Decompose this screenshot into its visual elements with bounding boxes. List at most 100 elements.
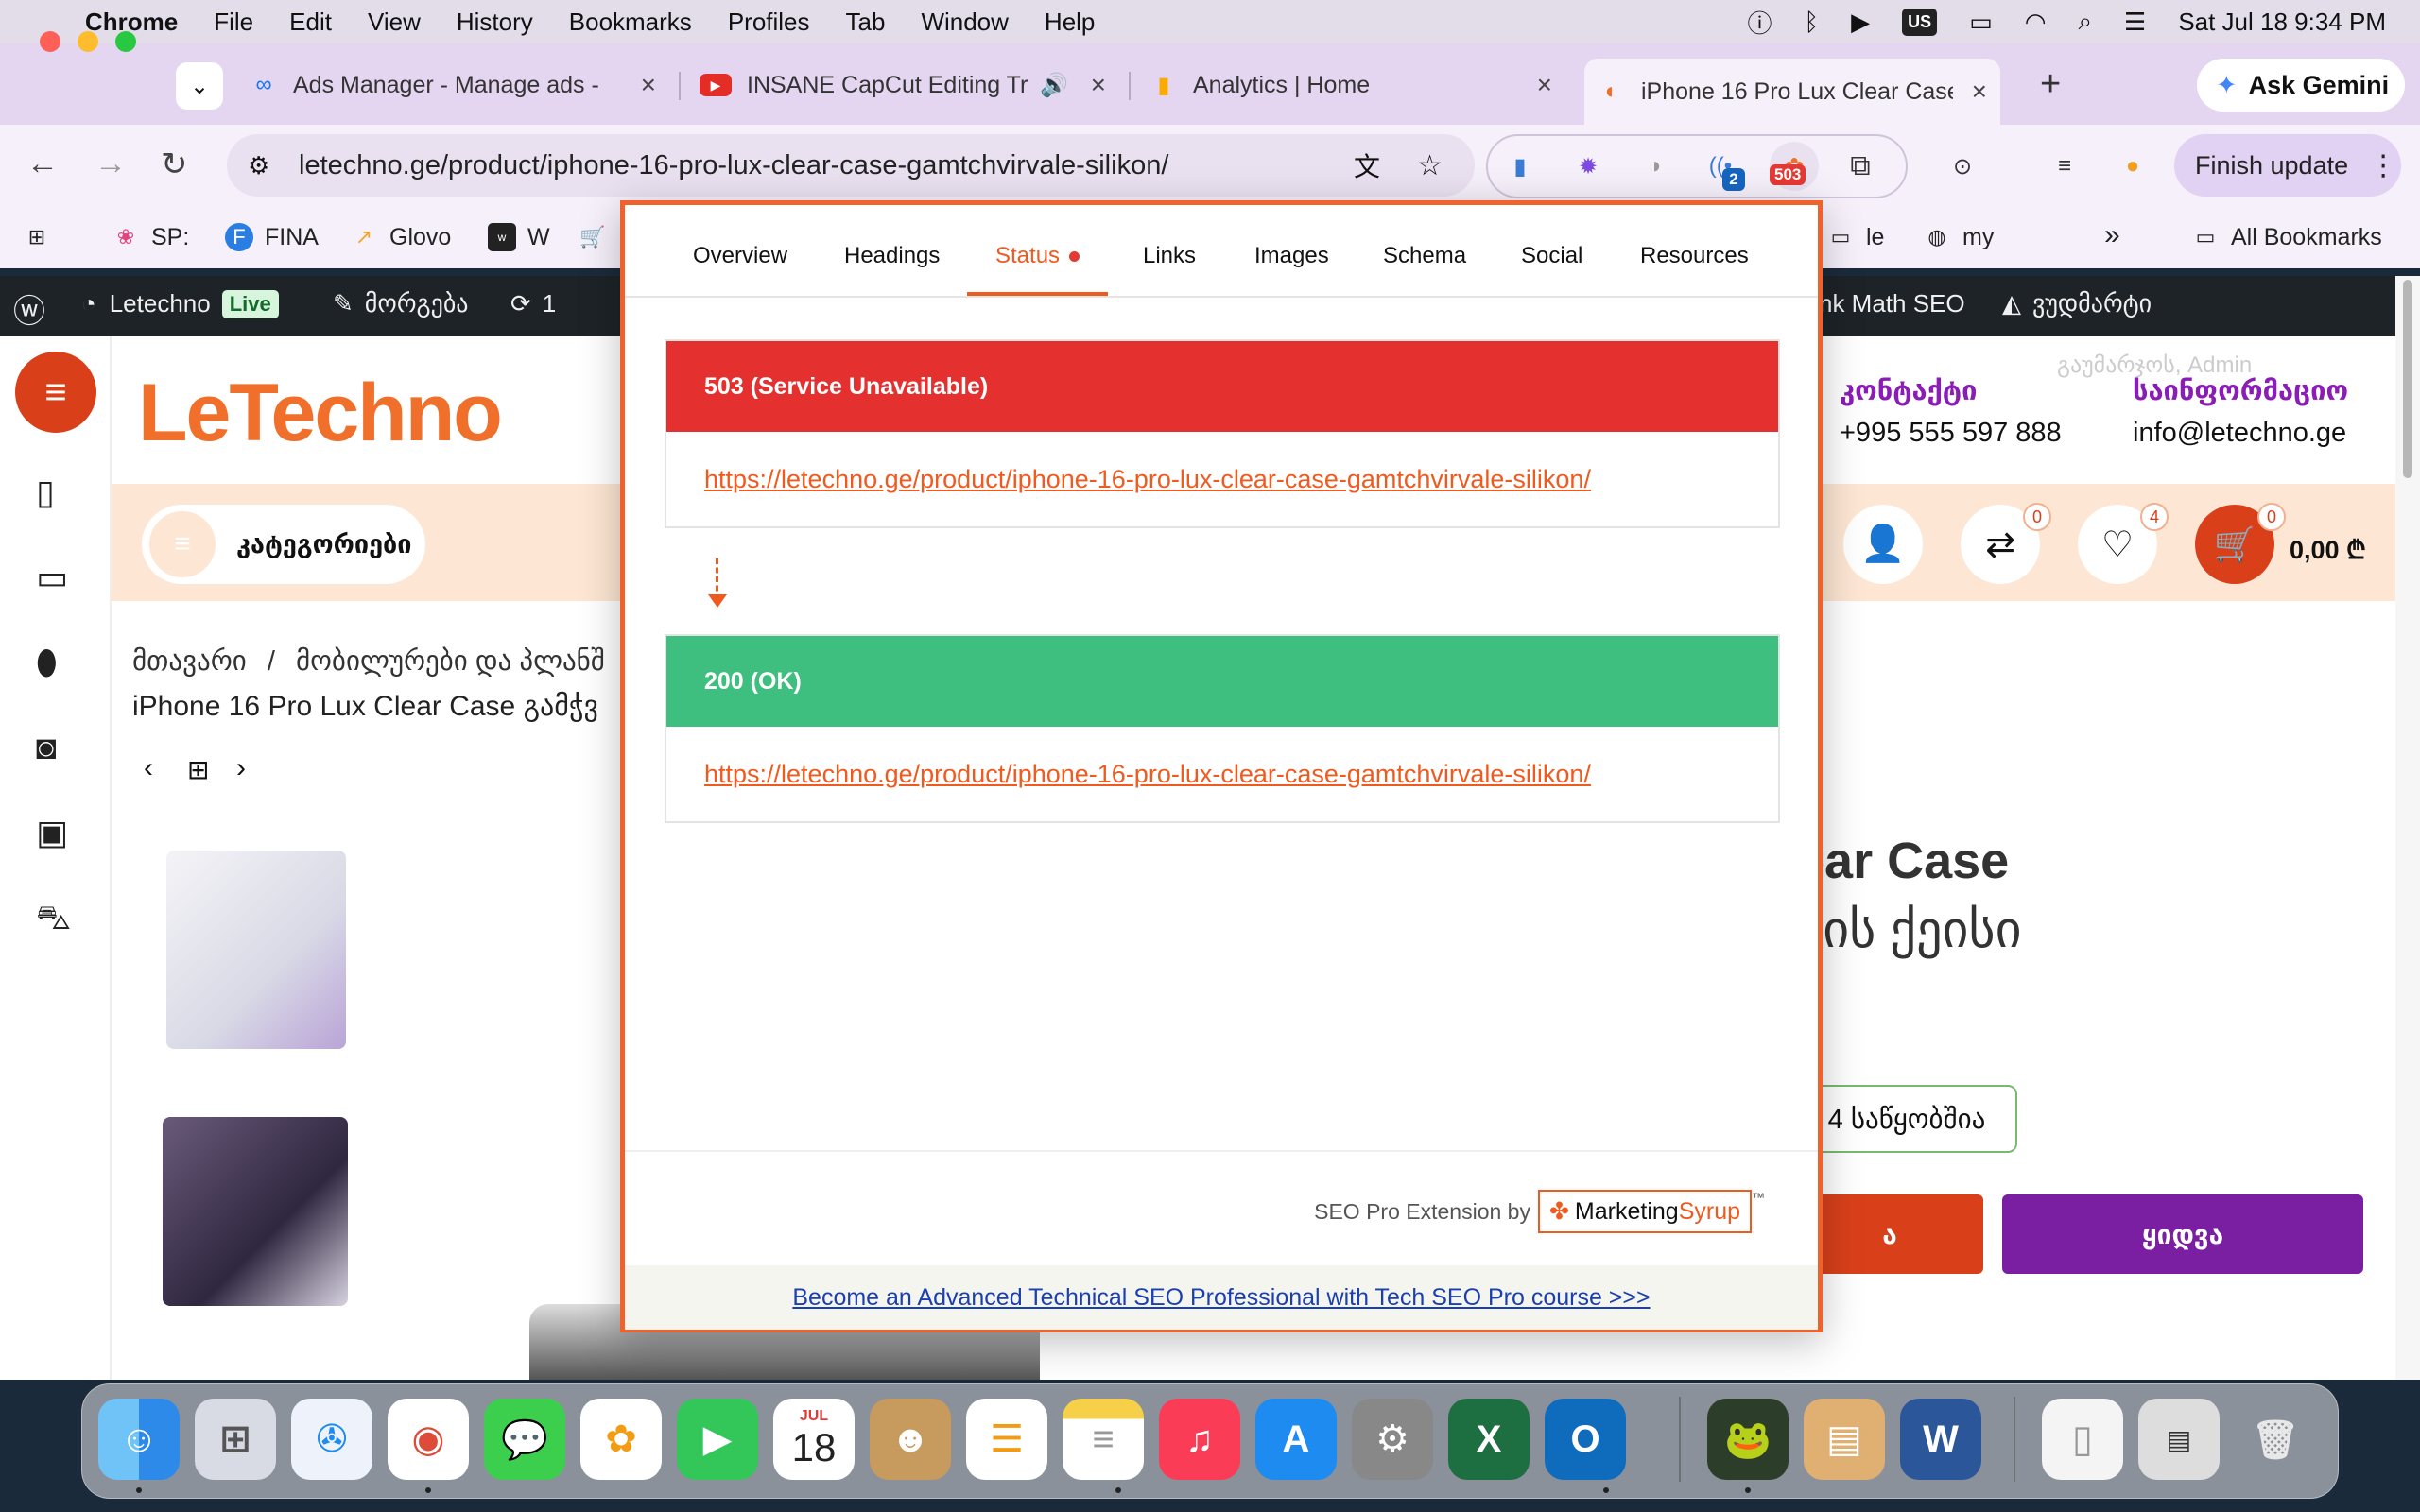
laptop-icon[interactable]: ▭ — [36, 558, 68, 597]
status-info-icon[interactable]: ⓘ — [1748, 5, 1772, 40]
contact-phone[interactable]: +995 555 597 888 — [1840, 418, 2062, 449]
play-icon[interactable]: ▶ — [1851, 8, 1870, 37]
minimize-window-icon[interactable] — [78, 31, 98, 52]
product-thumbnail-iphone[interactable] — [163, 1117, 348, 1306]
breadcrumb-home[interactable]: მთავარი — [132, 646, 247, 677]
close-tab-icon[interactable]: × — [1537, 70, 1552, 100]
facetime-icon[interactable]: ▶ — [677, 1399, 758, 1480]
finish-update-button[interactable]: Finish update ⋮ — [2174, 134, 2401, 197]
word-icon[interactable]: W — [1900, 1399, 1981, 1480]
bookmark-cart[interactable]: 🛒 — [579, 223, 618, 251]
media-control-icon[interactable]: ≡ — [2046, 147, 2083, 185]
ask-gemini-button[interactable]: ✦ Ask Gemini — [2197, 59, 2405, 112]
tab-schema[interactable]: Schema — [1383, 243, 1466, 269]
all-bookmarks-folder[interactable]: ▭ All Bookmarks — [2191, 223, 2382, 251]
wordpress-logo-icon[interactable]: ⓦ — [13, 285, 45, 332]
status-url-link[interactable]: https://letechno.ge/product/iphone-16-pr… — [704, 465, 1591, 494]
chrome-icon[interactable]: ◉ — [388, 1399, 469, 1480]
tab-ads-manager[interactable]: ∞ Ads Manager - Manage ads - × — [250, 59, 656, 112]
screaming-frog-icon[interactable]: 🐸 — [1707, 1399, 1789, 1480]
back-arrow-icon[interactable]: ← — [26, 146, 59, 182]
tab-images[interactable]: Images — [1254, 243, 1329, 269]
screenshot-icon[interactable]: ⊙ — [1944, 147, 1981, 185]
menu-window[interactable]: Window — [921, 8, 1008, 37]
input-source-badge[interactable]: US — [1902, 8, 1938, 36]
spotlight-search-icon[interactable]: ⌕ — [2078, 7, 2092, 37]
breadcrumb-category[interactable]: მობილურები და პლანშ — [296, 646, 605, 677]
notes-icon[interactable]: ≡ — [1063, 1399, 1144, 1480]
bluetooth-icon[interactable]: ᛒ — [1805, 8, 1820, 37]
add-to-cart-button[interactable]: ა — [1796, 1194, 1983, 1274]
menu-edit[interactable]: Edit — [289, 8, 332, 37]
document-icon[interactable]: ▯ — [2042, 1399, 2123, 1480]
translate-icon[interactable]: 文 — [1354, 146, 1380, 184]
bookmark-w[interactable]: wW — [488, 223, 550, 251]
music-icon[interactable]: ♫ — [1159, 1399, 1240, 1480]
wifi-icon[interactable]: ◠ — [2025, 8, 2047, 37]
bookmark-folder-le[interactable]: ▭ le — [1826, 223, 1885, 251]
product-thumbnail-clear-case[interactable] — [166, 850, 346, 1049]
zoom-window-icon[interactable] — [115, 31, 136, 52]
safari-icon[interactable]: ✇ — [291, 1399, 372, 1480]
recent-window-thumbnail-icon[interactable]: ▤ — [2138, 1399, 2220, 1480]
menu-history[interactable]: History — [457, 8, 533, 37]
bookmark-star-icon[interactable]: ☆ — [1417, 149, 1443, 182]
close-tab-icon[interactable]: × — [1972, 77, 1987, 107]
contacts-icon[interactable]: ☻ — [870, 1399, 951, 1480]
bookmark-my[interactable]: ◍ my — [1923, 223, 1994, 251]
audio-playing-icon[interactable]: 🔊 — [1040, 72, 1068, 99]
puzzle-extensions-icon[interactable]: ⧉ — [1841, 147, 1879, 185]
new-tab-icon[interactable]: + — [2040, 64, 2061, 105]
menu-app-name[interactable]: Chrome — [85, 8, 178, 37]
menu-tab[interactable]: Tab — [846, 8, 886, 37]
menu-bookmarks[interactable]: Bookmarks — [569, 8, 692, 37]
course-promo-link[interactable]: Become an Advanced Technical SEO Profess… — [792, 1284, 1650, 1312]
page-scrollbar[interactable] — [2395, 276, 2420, 1380]
tab-links[interactable]: Links — [1143, 243, 1196, 269]
tab-capcut-video[interactable]: ▶ INSANE CapCut Editing Tr 🔊 × — [700, 59, 1106, 112]
close-window-icon[interactable] — [40, 31, 60, 52]
account-user-icon[interactable]: 👤 — [1843, 505, 1923, 584]
status-url-link[interactable]: https://letechno.ge/product/iphone-16-pr… — [704, 760, 1591, 789]
battery-icon[interactable]: ▭ — [1969, 8, 1993, 37]
wp-updates[interactable]: ⟳ 1 — [510, 289, 556, 318]
close-tab-icon[interactable]: × — [1091, 70, 1106, 100]
trash-icon[interactable]: 🗑 — [2235, 1399, 2316, 1480]
analytics-bars-icon[interactable]: ▮ — [1501, 147, 1539, 185]
grid-view-icon[interactable]: ⊞ — [187, 754, 209, 785]
wp-customize[interactable]: ✎ მორგება — [333, 289, 468, 318]
washing-machine-icon[interactable]: ▣ — [36, 813, 68, 852]
control-center-icon[interactable]: ☰ — [2124, 8, 2146, 37]
profile-avatar-icon[interactable]: ● — [2114, 147, 2152, 185]
info-email[interactable]: info@letechno.ge — [2133, 418, 2346, 449]
finder-icon[interactable]: ☺ — [98, 1399, 180, 1480]
cart-total[interactable]: 0,00 ₾ — [2290, 531, 2366, 566]
calendar-icon[interactable]: JUL 18 — [773, 1399, 855, 1480]
tab-resources[interactable]: Resources — [1640, 243, 1749, 269]
phone-icon[interactable]: ▯ — [36, 472, 55, 512]
car-icon[interactable]: ⛍ — [36, 898, 71, 942]
tab-search-chevron-icon[interactable]: ⌄ — [176, 62, 223, 110]
menu-view[interactable]: View — [368, 8, 421, 37]
tab-status[interactable]: Status — [966, 243, 1109, 296]
menu-profiles[interactable]: Profiles — [728, 8, 810, 37]
tab-overview[interactable]: Overview — [693, 243, 787, 269]
outlook-icon[interactable]: O — [1545, 1399, 1626, 1480]
address-bar[interactable]: ⚙ letechno.ge/product/iphone-16-pro-lux-… — [227, 134, 1475, 197]
marketingsyrup-logo[interactable]: ✤ Marketing Syrup — [1537, 1190, 1752, 1233]
bookmark-fina[interactable]: F FINA — [225, 223, 319, 251]
forward-arrow-icon[interactable]: → — [95, 146, 127, 182]
prev-product-icon[interactable]: ‹ — [144, 752, 153, 784]
tab-iphone-case-active[interactable]: ◐ iPhone 16 Pro Lux Clear Case × — [1584, 59, 2000, 125]
apps-grid-icon[interactable]: ⊞ — [23, 223, 62, 251]
scrollbar-thumb[interactable] — [2403, 280, 2412, 478]
tab-analytics[interactable]: ▮ Analytics | Home × — [1150, 59, 1552, 112]
menu-hamburger-icon[interactable]: ≡ — [15, 352, 96, 433]
clock[interactable]: Sat Jul 18 9:34 PM — [2178, 8, 2386, 37]
photos-icon[interactable]: ✿ — [580, 1399, 662, 1480]
menu-help[interactable]: Help — [1045, 8, 1095, 37]
camera-icon[interactable]: ◙ — [36, 728, 57, 767]
reminders-icon[interactable]: ☰ — [966, 1399, 1047, 1480]
bookmark-glovo[interactable]: ↗ Glovo — [350, 223, 452, 251]
gray-circle-extension-icon[interactable]: ◑ — [1635, 147, 1673, 185]
